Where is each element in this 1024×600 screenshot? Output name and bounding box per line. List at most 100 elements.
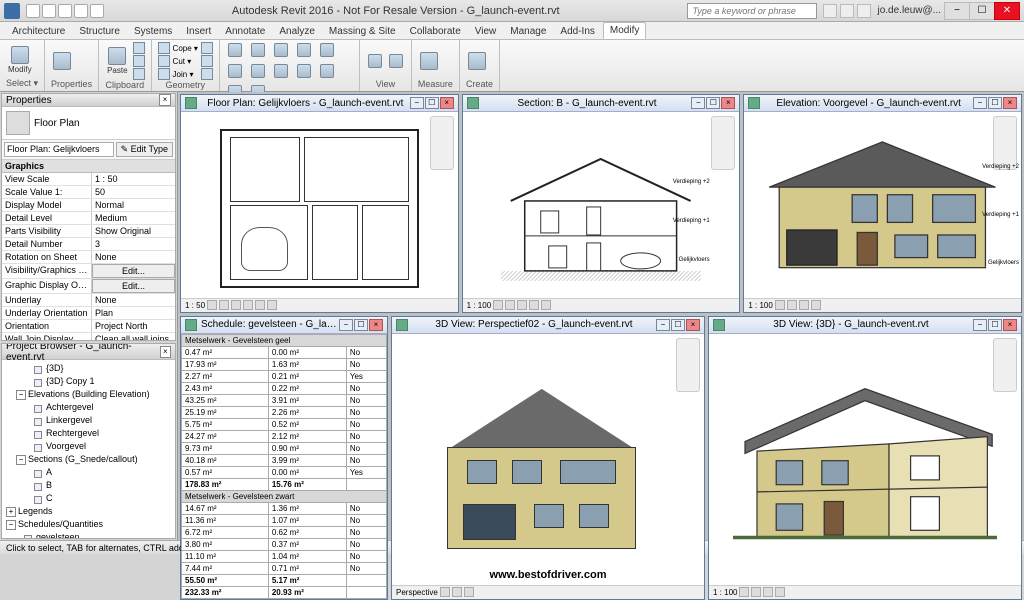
tab-massing-site[interactable]: Massing & Site: [323, 24, 402, 39]
qat-print-icon[interactable]: [90, 4, 104, 18]
view-max-icon[interactable]: ☐: [706, 97, 720, 109]
vc-crop-icon[interactable]: [267, 300, 277, 310]
view-min-icon[interactable]: −: [410, 97, 424, 109]
qat-redo-icon[interactable]: [74, 4, 88, 18]
tab-architecture[interactable]: Architecture: [6, 24, 71, 39]
perspective-canvas[interactable]: www.bestofdriver.com: [392, 334, 704, 585]
paste-button[interactable]: Paste: [105, 46, 129, 76]
measure-icon[interactable]: [418, 51, 440, 71]
tab-collaborate[interactable]: Collaborate: [404, 24, 467, 39]
matchtype-icon[interactable]: [133, 68, 145, 80]
qat-undo-icon[interactable]: [58, 4, 72, 18]
tab-add-ins[interactable]: Add-Ins: [554, 24, 600, 39]
scale-icon[interactable]: [318, 63, 336, 79]
ribbon-group-modify: Modify: [220, 40, 360, 91]
rotate-icon[interactable]: [226, 63, 244, 79]
section-canvas[interactable]: Verdieping +2 Verdieping +1 Gelijkvloers: [463, 112, 740, 298]
maximize-button[interactable]: ☐: [969, 2, 995, 20]
vc-shadow-icon[interactable]: [255, 300, 265, 310]
view-close-icon[interactable]: ×: [1003, 97, 1017, 109]
view-max-icon[interactable]: ☐: [425, 97, 439, 109]
tab-systems[interactable]: Systems: [128, 24, 178, 39]
qat-open-icon[interactable]: [26, 4, 40, 18]
edit-type-button[interactable]: ✎ Edit Type: [116, 142, 173, 157]
copy-icon[interactable]: [133, 55, 145, 67]
nav-bar[interactable]: [676, 338, 700, 392]
type-selector[interactable]: Floor Plan: Gelijkvloers: [4, 142, 114, 157]
tree-node[interactable]: {3D} Copy 1: [24, 375, 173, 388]
wall-opening-icon[interactable]: [201, 42, 213, 54]
nav-bar[interactable]: [993, 338, 1017, 392]
minimize-button[interactable]: −: [944, 2, 970, 20]
tree-node[interactable]: Rechtergevel: [24, 427, 173, 440]
vc-detail-icon[interactable]: [219, 300, 229, 310]
cope-icon[interactable]: [158, 42, 170, 54]
tab-annotate[interactable]: Annotate: [219, 24, 271, 39]
tree-node[interactable]: {3D}: [24, 362, 173, 375]
override-icon[interactable]: [387, 53, 405, 69]
vc-sun-icon[interactable]: [243, 300, 253, 310]
tree-node[interactable]: Achtergevel: [24, 401, 173, 414]
cut-icon[interactable]: [133, 42, 145, 54]
help-search-input[interactable]: [687, 3, 817, 19]
view-max-icon[interactable]: ☐: [988, 97, 1002, 109]
tree-node[interactable]: A: [24, 466, 173, 479]
vc-scale-icon[interactable]: [207, 300, 217, 310]
signin-icon[interactable]: [840, 4, 854, 18]
array-icon[interactable]: [295, 63, 313, 79]
join-icon[interactable]: [158, 68, 170, 80]
tree-node[interactable]: Legends: [4, 505, 173, 518]
tree-node[interactable]: C: [24, 492, 173, 505]
tree-node[interactable]: Sections (G_Snede/callout): [14, 453, 173, 466]
properties-button[interactable]: [51, 51, 73, 71]
tab-manage[interactable]: Manage: [504, 24, 552, 39]
tree-node[interactable]: gevelsteen: [14, 531, 173, 538]
nav-bar[interactable]: [430, 116, 454, 170]
align-icon[interactable]: [226, 42, 244, 58]
cut-geom-icon[interactable]: [158, 55, 170, 67]
move-icon[interactable]: [295, 42, 313, 58]
properties-close-icon[interactable]: ×: [159, 94, 171, 106]
title-bar: Autodesk Revit 2016 - Not For Resale Ver…: [0, 0, 1024, 22]
tab-view[interactable]: View: [469, 24, 503, 39]
modify-button[interactable]: Modify: [6, 45, 34, 75]
vc-style-icon[interactable]: [231, 300, 241, 310]
offset-icon[interactable]: [249, 42, 267, 58]
paint-icon[interactable]: [201, 68, 213, 80]
split-face-icon[interactable]: [201, 55, 213, 67]
tree-node[interactable]: B: [24, 479, 173, 492]
type-name[interactable]: Floor Plan: [34, 118, 80, 129]
tree-node[interactable]: Elevations (Building Elevation): [14, 388, 173, 401]
exchange-icon[interactable]: [857, 4, 871, 18]
3d-canvas[interactable]: [709, 334, 1021, 585]
mirror-icon[interactable]: [272, 42, 290, 58]
elevation-canvas[interactable]: Verdieping +2 Verdieping +1 Gelijkvloers: [744, 112, 1021, 298]
view-close-icon[interactable]: ×: [721, 97, 735, 109]
search-icon[interactable]: [823, 4, 837, 18]
qat-save-icon[interactable]: [42, 4, 56, 18]
create-icon[interactable]: [466, 51, 488, 71]
split-icon[interactable]: [272, 63, 290, 79]
tab-insert[interactable]: Insert: [180, 24, 217, 39]
plan-canvas[interactable]: [181, 112, 458, 298]
browser-close-icon[interactable]: ×: [160, 346, 171, 358]
hide-icon[interactable]: [366, 53, 384, 69]
user-label[interactable]: jo.de.leuw@...: [877, 5, 941, 16]
close-button[interactable]: ✕: [994, 2, 1020, 20]
tree-node[interactable]: Voorgevel: [24, 440, 173, 453]
copy-icon[interactable]: [318, 42, 336, 58]
window-buttons: − ☐ ✕: [945, 2, 1020, 20]
tab-analyze[interactable]: Analyze: [273, 24, 321, 39]
tab-modify[interactable]: Modify: [603, 22, 646, 39]
tree-node[interactable]: Schedules/Quantities: [4, 518, 173, 531]
schedule-canvas[interactable]: Metselwerk - Gevelsteen geel0.47 m²0.00 …: [181, 334, 387, 599]
tab-structure[interactable]: Structure: [73, 24, 126, 39]
tree-node[interactable]: Linkergevel: [24, 414, 173, 427]
project-tree[interactable]: {3D}{3D} Copy 1Elevations (Building Elev…: [2, 360, 175, 538]
view-min-icon[interactable]: −: [973, 97, 987, 109]
nav-bar[interactable]: [993, 116, 1017, 170]
view-close-icon[interactable]: ×: [440, 97, 454, 109]
nav-bar[interactable]: [711, 116, 735, 170]
view-min-icon[interactable]: −: [691, 97, 705, 109]
trim-icon[interactable]: [249, 63, 267, 79]
